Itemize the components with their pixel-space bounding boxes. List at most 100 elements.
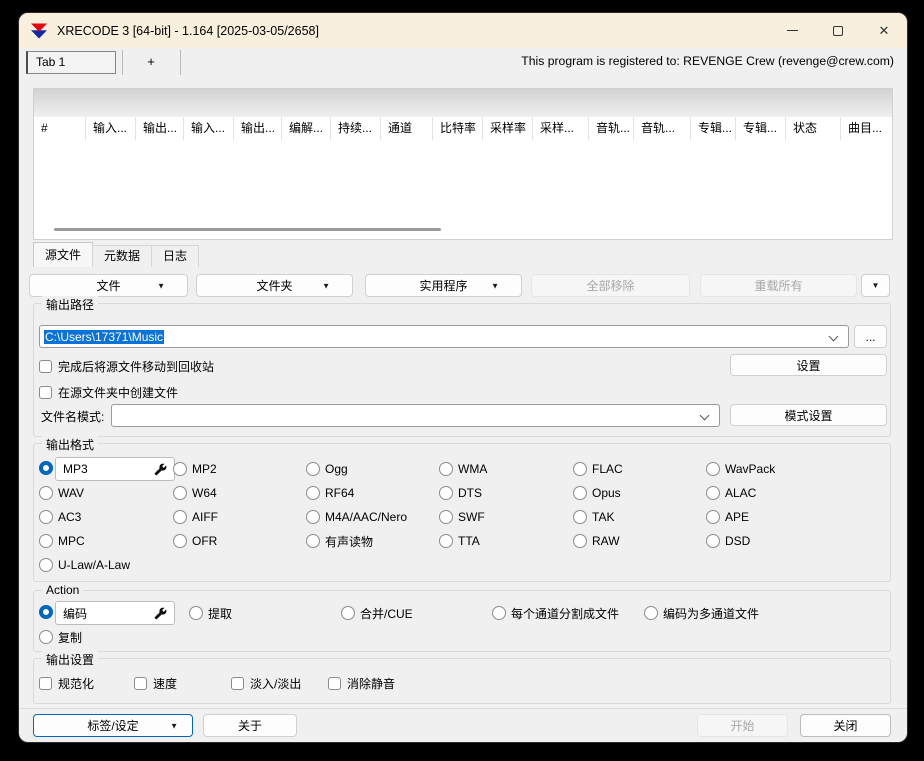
close-dialog-button[interactable]: 关闭 — [800, 714, 891, 737]
wrench-icon[interactable] — [154, 607, 167, 620]
tab-source-files[interactable]: 源文件 — [33, 242, 93, 267]
column-header-sample[interactable]: 采样... — [533, 117, 589, 140]
radio-split-channels[interactable]: 每个通道分割成文件 — [492, 605, 619, 621]
column-header-album[interactable]: 专辑... — [691, 117, 736, 140]
radio-audiobook[interactable]: 有声读物 — [306, 533, 373, 549]
radio-merge-cue[interactable]: 合并/CUE — [341, 605, 413, 621]
close-icon: ✕ — [879, 24, 890, 37]
column-header-codec[interactable]: 编解... — [282, 117, 331, 140]
column-header-output[interactable]: 输出... — [136, 117, 184, 140]
file-dropdown-button[interactable]: 文件 ▼ — [29, 274, 188, 297]
wrench-icon[interactable] — [154, 463, 167, 476]
remove-all-button[interactable]: 全部移除 — [531, 274, 690, 297]
chevron-down-icon[interactable] — [829, 332, 839, 342]
normalize-checkbox[interactable]: 规范化 — [39, 675, 94, 691]
radio-alac[interactable]: ALAC — [706, 485, 756, 501]
move-to-recycle-checkbox[interactable]: 完成后将源文件移动到回收站 — [39, 358, 214, 374]
radio-mp3-selected[interactable] — [39, 461, 53, 475]
minimize-button[interactable] — [769, 13, 815, 48]
chevron-down-icon[interactable] — [700, 411, 710, 421]
column-header-album2[interactable]: 专辑... — [736, 117, 786, 140]
radio-ape[interactable]: APE — [706, 509, 749, 525]
radio-ac3[interactable]: AC3 — [39, 509, 81, 525]
radio-opus[interactable]: Opus — [573, 485, 621, 501]
folder-dropdown-button[interactable]: 文件夹 ▼ — [196, 274, 353, 297]
tags-settings-dropdown-button[interactable]: 标签/设定 ▼ — [33, 714, 193, 737]
column-header-output2[interactable]: 输出... — [234, 117, 282, 140]
encode-action-box[interactable]: 编码 — [55, 601, 175, 625]
radio-copy[interactable]: 复制 — [39, 629, 82, 645]
radio-wav[interactable]: WAV — [39, 485, 84, 501]
radio-dts[interactable]: DTS — [439, 485, 482, 501]
remove-silence-checkbox[interactable]: 消除静音 — [328, 675, 395, 691]
maximize-icon — [833, 26, 843, 36]
column-header-channels[interactable]: 通道 — [381, 117, 433, 140]
radio-ofr[interactable]: OFR — [173, 533, 217, 549]
output-settings-group-label: 输出设置 — [42, 651, 98, 668]
radio-m4a-aac-nero[interactable]: M4A/AAC/Nero — [306, 509, 407, 525]
radio-swf[interactable]: SWF — [439, 509, 485, 525]
column-header-bitrate[interactable]: 比特率 — [433, 117, 483, 140]
radio-wma[interactable]: WMA — [439, 461, 487, 477]
radio-label: OFR — [192, 534, 217, 548]
output-path-group: 输出路径 C:\Users\17371\Music ... 完成后将源文件移动到… — [33, 303, 891, 437]
radio-icon — [573, 462, 587, 476]
tab-1[interactable]: Tab 1 — [26, 51, 116, 74]
add-tab-button[interactable]: + — [123, 51, 179, 74]
radio-icon — [306, 510, 320, 524]
settings-button[interactable]: 设置 — [730, 354, 887, 376]
column-header-samplerate[interactable]: 采样率 — [483, 117, 533, 140]
radio-icon — [706, 486, 720, 500]
radio-dsd[interactable]: DSD — [706, 533, 750, 549]
close-button[interactable]: ✕ — [861, 13, 907, 48]
radio-ulaw-alaw[interactable]: U-Law/A-Law — [39, 557, 130, 573]
radio-ogg[interactable]: Ogg — [306, 461, 348, 477]
file-list-body[interactable] — [34, 140, 892, 224]
app-window: XRECODE 3 [64-bit] - 1.164 [2025-03-05/2… — [19, 13, 907, 742]
more-actions-dropdown-button[interactable]: ▼ — [861, 274, 890, 297]
radio-w64[interactable]: W64 — [173, 485, 217, 501]
column-header-status[interactable]: 状态 — [786, 117, 841, 140]
utilities-button-label: 实用程序 — [419, 277, 467, 294]
pattern-settings-button[interactable]: 模式设置 — [730, 404, 887, 426]
radio-mpc[interactable]: MPC — [39, 533, 85, 549]
start-button[interactable]: 开始 — [697, 714, 788, 737]
column-header-track2[interactable]: 音轨... — [634, 117, 691, 140]
radio-rf64[interactable]: RF64 — [306, 485, 354, 501]
radio-encode-selected[interactable] — [39, 605, 53, 619]
output-path-input[interactable]: C:\Users\17371\Music — [39, 325, 849, 348]
radio-flac[interactable]: FLAC — [573, 461, 623, 477]
maximize-button[interactable] — [815, 13, 861, 48]
radio-tta[interactable]: TTA — [439, 533, 480, 549]
action-group-label: Action — [42, 583, 83, 597]
tab-metadata[interactable]: 元数据 — [92, 245, 152, 267]
browse-button[interactable]: ... — [854, 325, 887, 348]
radio-aiff[interactable]: AIFF — [173, 509, 218, 525]
reload-all-button[interactable]: 重载所有 — [700, 274, 857, 297]
column-header-track[interactable]: 音轨... — [589, 117, 634, 140]
radio-icon — [492, 606, 506, 620]
horizontal-scrollbar-thumb[interactable] — [54, 228, 441, 231]
radio-wavpack[interactable]: WavPack — [706, 461, 775, 477]
about-button[interactable]: 关于 — [203, 714, 297, 737]
radio-mp2[interactable]: MP2 — [173, 461, 217, 477]
create-in-source-checkbox[interactable]: 在源文件夹中创建文件 — [39, 384, 178, 400]
fade-checkbox[interactable]: 淡入/淡出 — [231, 675, 301, 691]
column-header-title[interactable]: 曲目... — [841, 117, 893, 140]
radio-tak[interactable]: TAK — [573, 509, 614, 525]
tab-log[interactable]: 日志 — [151, 245, 199, 267]
radio-extract[interactable]: 提取 — [189, 605, 232, 621]
mp3-format-box[interactable]: MP3 — [55, 457, 175, 481]
radio-encode-multichannel[interactable]: 编码为多通道文件 — [644, 605, 759, 621]
window-controls: ✕ — [769, 13, 907, 48]
utilities-dropdown-button[interactable]: 实用程序 ▼ — [365, 274, 522, 297]
column-header-input[interactable]: 输入... — [86, 117, 136, 140]
column-header-input2[interactable]: 输入... — [184, 117, 234, 140]
encode-label: 编码 — [63, 605, 87, 622]
column-header-index[interactable]: # — [34, 117, 86, 140]
filename-pattern-combo[interactable] — [111, 404, 720, 427]
output-path-group-label: 输出路径 — [42, 296, 98, 313]
radio-raw[interactable]: RAW — [573, 533, 620, 549]
speed-checkbox[interactable]: 速度 — [134, 675, 177, 691]
column-header-duration[interactable]: 持续... — [331, 117, 381, 140]
